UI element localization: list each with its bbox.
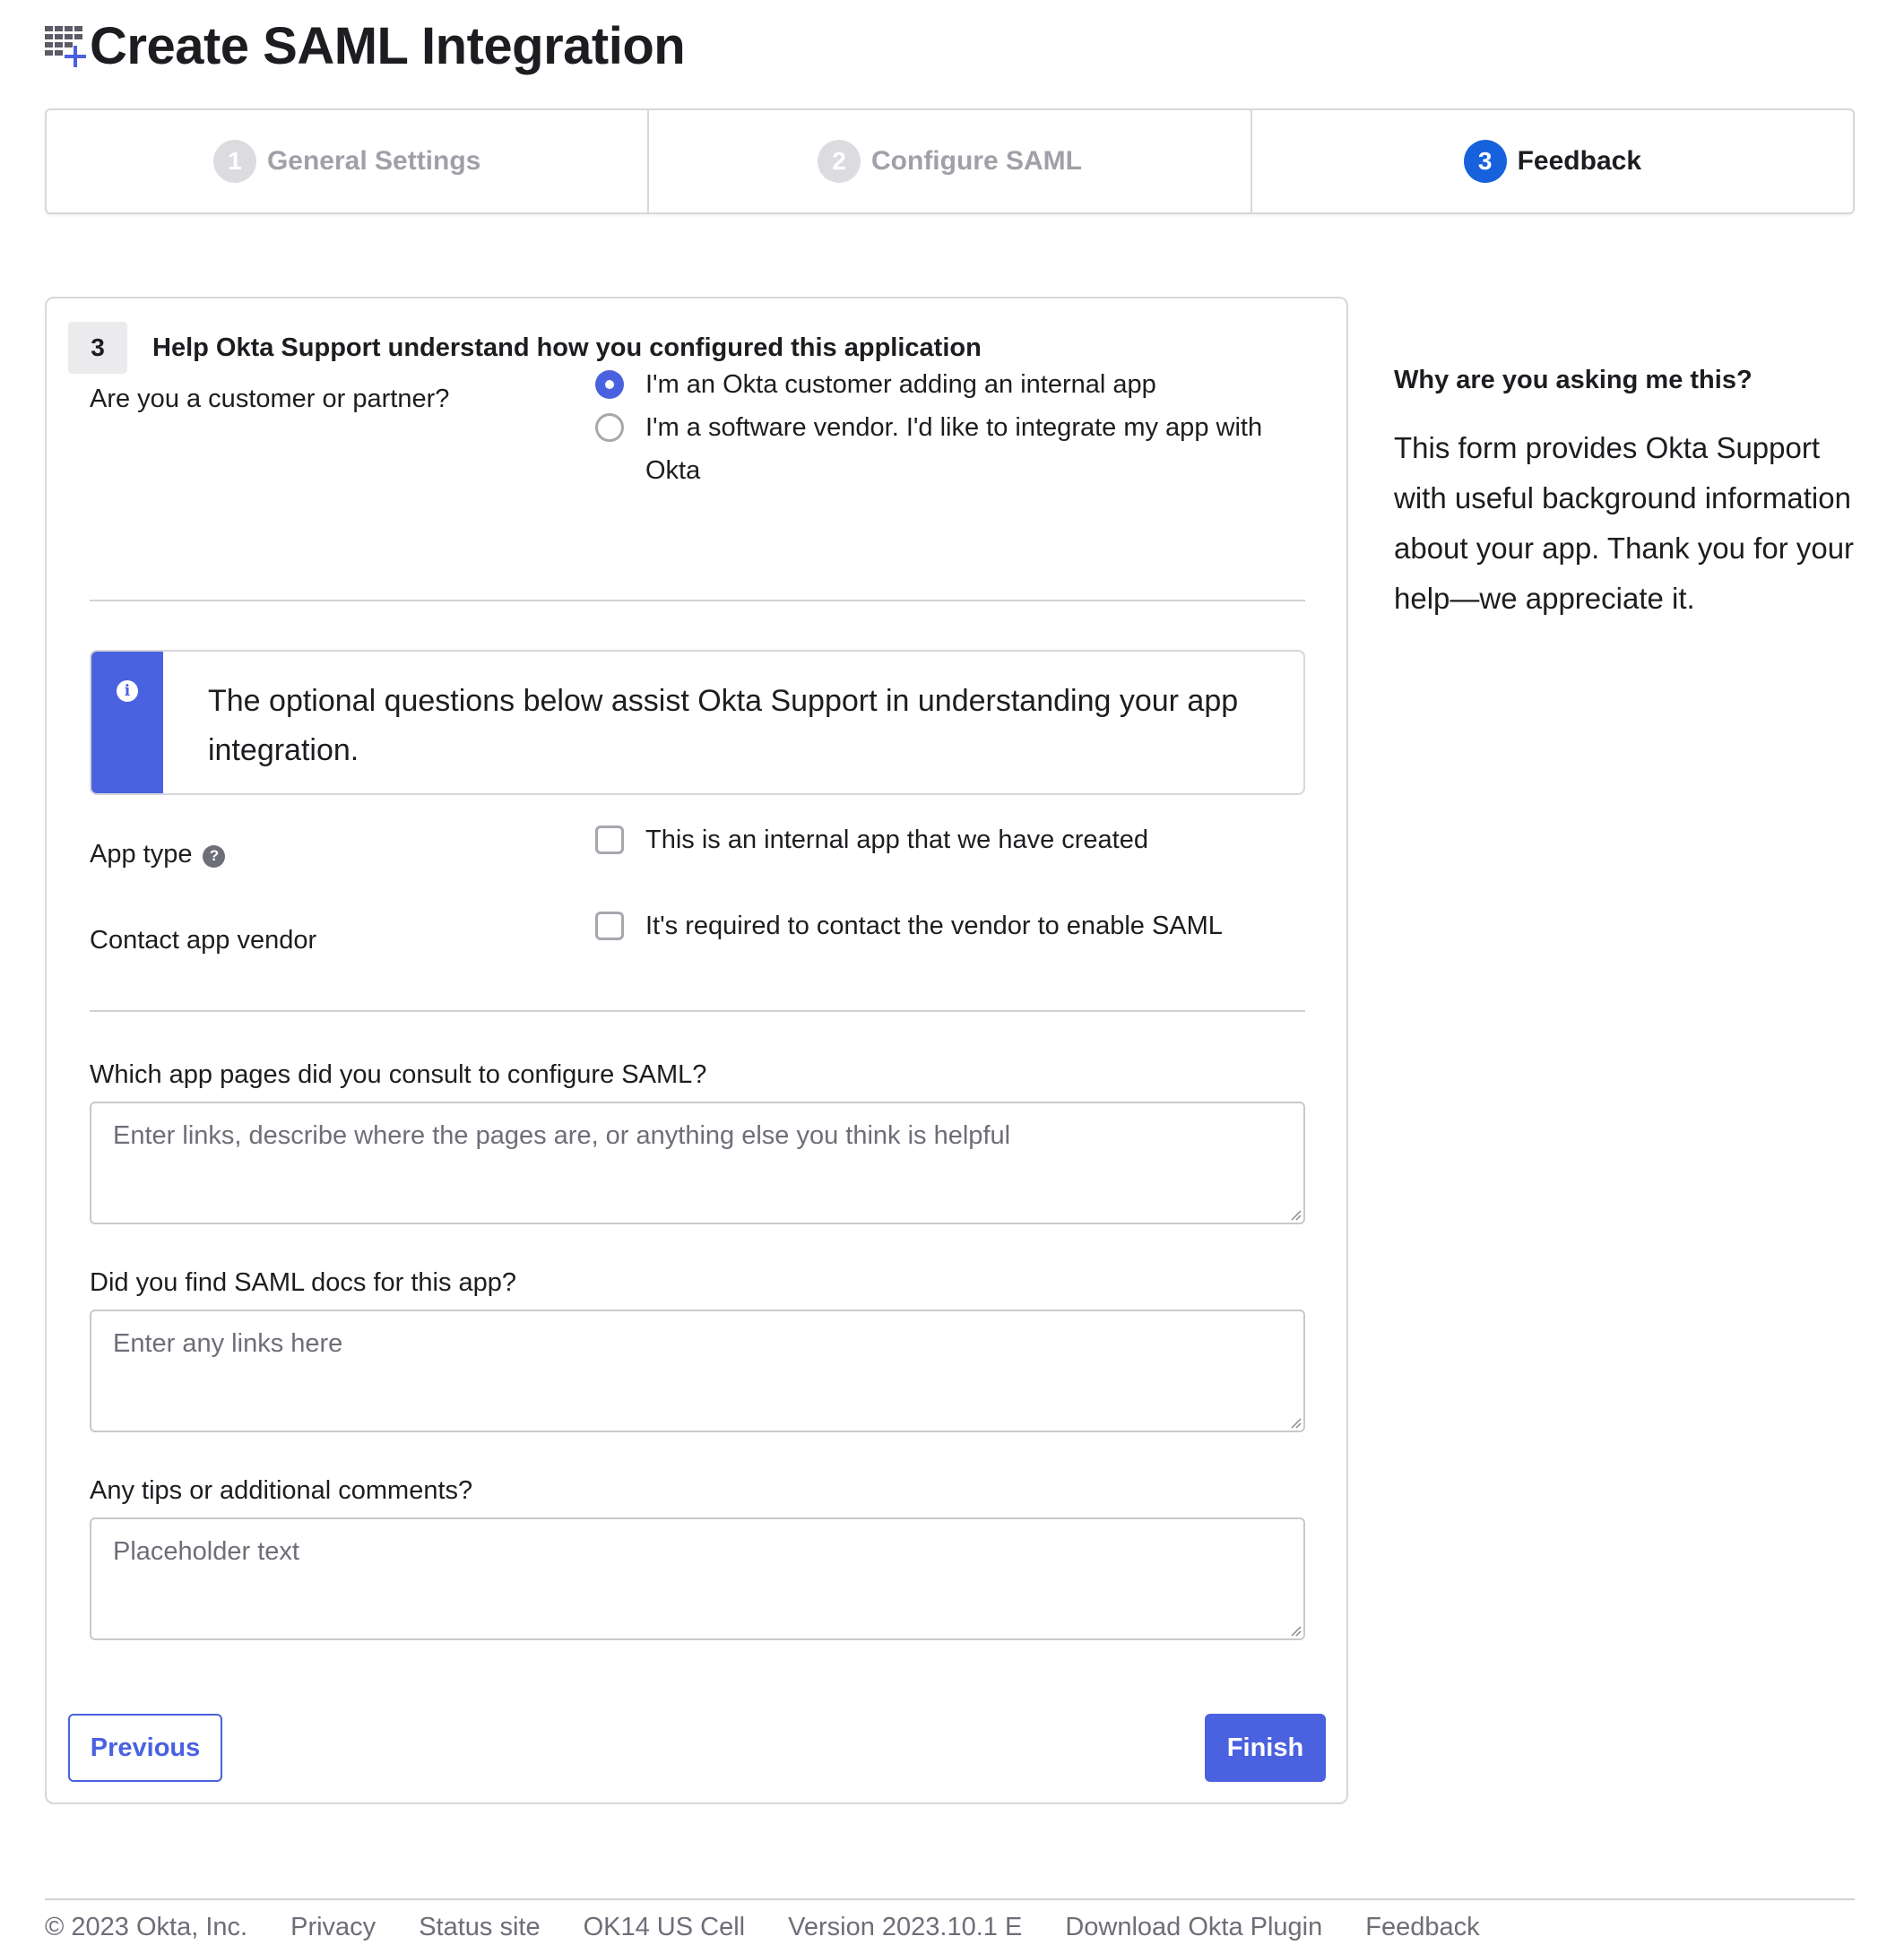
step-general-settings[interactable]: 1 General Settings: [47, 110, 650, 212]
section-divider: [90, 600, 1305, 601]
checkbox-label: This is an internal app that we have cre…: [645, 826, 1148, 854]
checkbox[interactable]: [595, 912, 624, 940]
footer: © 2023 Okta, Inc. Privacy Status site OK…: [45, 1913, 1523, 1942]
radio-button[interactable]: [595, 370, 624, 399]
step-label: Configure SAML: [871, 146, 1082, 176]
footer-link-privacy[interactable]: Privacy: [290, 1913, 376, 1942]
info-icon: i: [117, 680, 138, 702]
footer-link-status-site[interactable]: Status site: [419, 1913, 540, 1942]
section-number: 3: [68, 322, 127, 374]
app-type-label: App type: [90, 840, 193, 869]
previous-button[interactable]: Previous: [68, 1714, 222, 1782]
comments-label: Any tips or additional comments?: [90, 1476, 473, 1505]
radio-label: I'm an Okta customer adding an internal …: [645, 370, 1156, 399]
sidebar-body: This form provides Okta Support with use…: [1394, 431, 1855, 615]
finish-button[interactable]: Finish: [1205, 1714, 1326, 1782]
textarea-placeholder: Enter links, describe where the pages ar…: [113, 1121, 1011, 1150]
footer-divider: [45, 1898, 1855, 1900]
app-add-icon: [45, 24, 86, 69]
customer-partner-label: Are you a customer or partner?: [90, 385, 450, 413]
checkbox-label: It's required to contact the vendor to e…: [645, 912, 1223, 940]
comments-textarea[interactable]: Placeholder text: [90, 1517, 1305, 1640]
resize-grip-icon[interactable]: [1287, 1206, 1302, 1221]
section-divider: [90, 1010, 1305, 1012]
contact-vendor-label: Contact app vendor: [90, 926, 317, 955]
app-type-label-row: App type?: [90, 840, 226, 869]
app-pages-label: Which app pages did you consult to confi…: [90, 1060, 707, 1089]
checkbox[interactable]: [595, 826, 624, 854]
saml-docs-textarea[interactable]: Enter any links here: [90, 1310, 1305, 1432]
page-header: Create SAML Integration: [45, 16, 686, 76]
resize-grip-icon[interactable]: [1287, 1414, 1302, 1429]
footer-link-feedback[interactable]: Feedback: [1365, 1913, 1479, 1942]
step-feedback[interactable]: 3 Feedback: [1252, 110, 1853, 212]
contact-vendor-checkbox-option[interactable]: It's required to contact the vendor to e…: [595, 904, 1223, 947]
feedback-card: 3 Help Okta Support understand how you c…: [45, 297, 1348, 1804]
step-configure-saml[interactable]: 2 Configure SAML: [649, 110, 1252, 212]
step-label: General Settings: [266, 146, 481, 176]
info-callout: i The optional questions below assist Ok…: [90, 650, 1305, 795]
step-number: 3: [1463, 140, 1507, 183]
page-title: Create SAML Integration: [90, 17, 686, 75]
footer-cell: OK14 US Cell: [583, 1913, 746, 1941]
help-icon[interactable]: ?: [203, 844, 226, 868]
footer-copyright: © 2023 Okta, Inc.: [45, 1913, 248, 1941]
radio-option-vendor[interactable]: I'm a software vendor. I'd like to integ…: [595, 406, 1277, 492]
radio-button[interactable]: [595, 413, 624, 442]
step-number: 1: [212, 140, 256, 183]
step-number: 2: [818, 140, 861, 183]
radio-label: I'm a software vendor. I'd like to integ…: [645, 413, 1263, 485]
radio-option-customer[interactable]: I'm an Okta customer adding an internal …: [595, 363, 1277, 406]
app-type-checkbox-option[interactable]: This is an internal app that we have cre…: [595, 818, 1148, 861]
footer-version: Version 2023.10.1 E: [788, 1913, 1023, 1941]
textarea-placeholder: Placeholder text: [113, 1537, 299, 1566]
textarea-placeholder: Enter any links here: [113, 1329, 343, 1358]
section-title: Help Okta Support understand how you con…: [152, 333, 982, 362]
sidebar-title: Why are you asking me this?: [1394, 366, 1753, 394]
saml-docs-label: Did you find SAML docs for this app?: [90, 1268, 517, 1297]
callout-text: The optional questions below assist Okta…: [208, 684, 1239, 767]
step-label: Feedback: [1517, 146, 1642, 176]
callout-accent-bar: i: [91, 652, 163, 793]
app-pages-textarea[interactable]: Enter links, describe where the pages ar…: [90, 1102, 1305, 1224]
resize-grip-icon[interactable]: [1287, 1622, 1302, 1637]
footer-link-download-plugin[interactable]: Download Okta Plugin: [1065, 1913, 1322, 1942]
wizard-stepper: 1 General Settings 2 Configure SAML 3 Fe…: [45, 108, 1855, 214]
